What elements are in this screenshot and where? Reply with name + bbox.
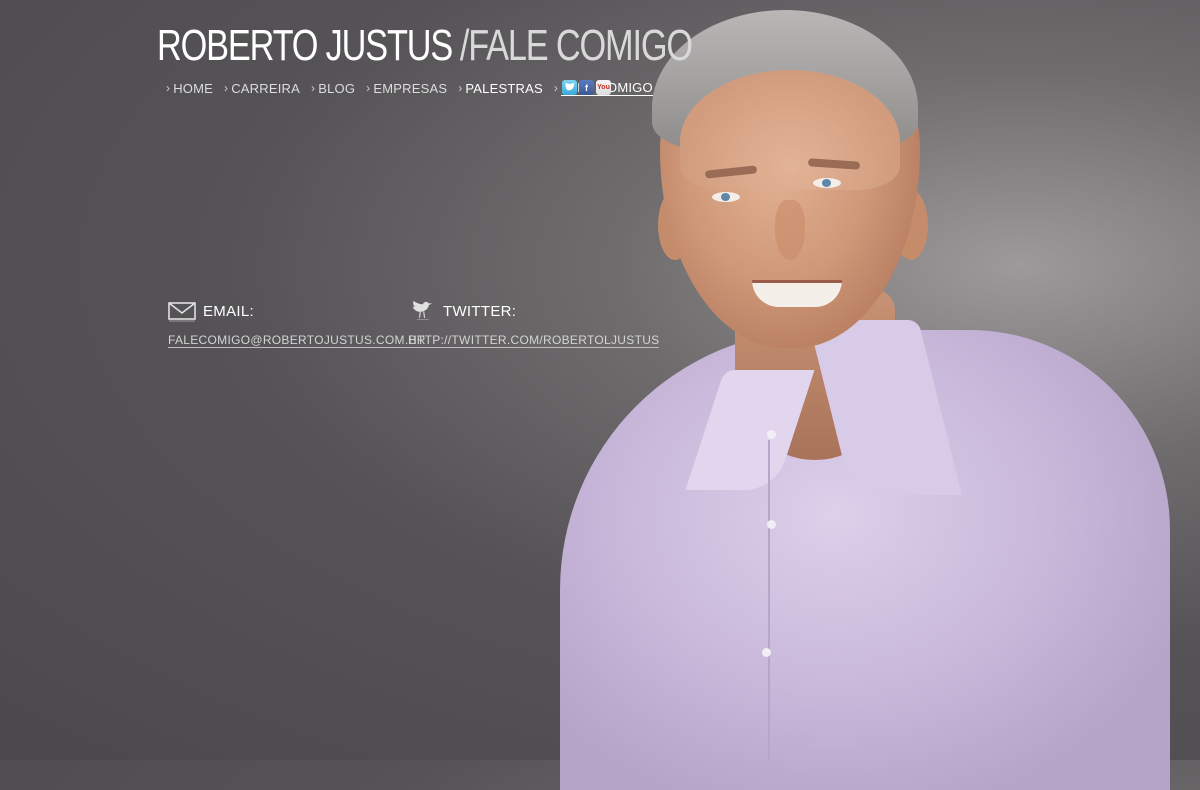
portrait-photo <box>540 0 1200 790</box>
twitter-link[interactable]: HTTP://TWITTER.COM/ROBERTOLJUSTUS <box>408 333 660 348</box>
youtube-icon[interactable]: You <box>596 80 611 95</box>
chevron-right-icon: › <box>224 81 229 95</box>
chevron-right-icon: › <box>366 81 371 95</box>
twitter-heading: TWITTER: <box>408 298 659 324</box>
nav-item-label: CARREIRA <box>231 80 300 96</box>
site-name: ROBERTO JUSTUS <box>157 21 453 70</box>
chevron-right-icon: › <box>166 81 171 95</box>
shirt-button <box>762 648 771 657</box>
chevron-right-icon: › <box>311 81 316 95</box>
nav-item-label: BLOG <box>318 80 356 96</box>
email-label: EMAIL: <box>203 302 254 320</box>
nose <box>775 200 805 260</box>
chevron-right-icon: › <box>553 81 559 95</box>
nav-item-label: EMPRESAS <box>373 80 448 96</box>
nav-item-carreira[interactable]: › CARREIRA <box>224 81 300 96</box>
twitter-label: TWITTER: <box>443 302 517 320</box>
nav-item-label: PALESTRAS <box>465 80 543 96</box>
email-link[interactable]: FALECOMIGO@ROBERTOJUSTUS.COM.BR <box>168 333 426 348</box>
twitter-contact: TWITTER: HTTP://TWITTER.COM/ROBERTOLJUST… <box>408 298 660 349</box>
page: ROBERTO JUSTUS/FALE COMIGO › HOME › CARR… <box>0 0 1200 790</box>
shirt-button <box>767 430 776 439</box>
shirt-button <box>767 520 776 529</box>
chevron-right-icon: › <box>458 81 463 95</box>
nav-item-home[interactable]: › HOME <box>166 81 213 96</box>
bird-icon <box>412 300 433 320</box>
nav-item-palestras[interactable]: › PALESTRAS <box>458 81 543 96</box>
smile <box>752 280 842 307</box>
nav-item-empresas[interactable]: › EMPRESAS <box>366 81 447 96</box>
social-links: f You <box>562 80 611 95</box>
envelope-icon <box>168 302 196 322</box>
facebook-icon[interactable]: f <box>579 80 594 95</box>
site-title[interactable]: ROBERTO JUSTUS/FALE COMIGO <box>157 21 693 70</box>
nav-item-label: HOME <box>173 80 214 96</box>
shirt-placket <box>768 440 770 760</box>
twitter-icon[interactable] <box>562 80 577 95</box>
email-contact: EMAIL: FALECOMIGO@ROBERTOJUSTUS.COM.BR <box>168 298 426 349</box>
eye-right <box>813 178 841 188</box>
email-heading: EMAIL: <box>168 298 426 324</box>
twitter-bird-icon <box>565 83 575 91</box>
section-title: /FALE COMIGO <box>459 21 693 70</box>
eye-left <box>712 192 740 202</box>
nav-item-blog[interactable]: › BLOG <box>311 81 355 96</box>
